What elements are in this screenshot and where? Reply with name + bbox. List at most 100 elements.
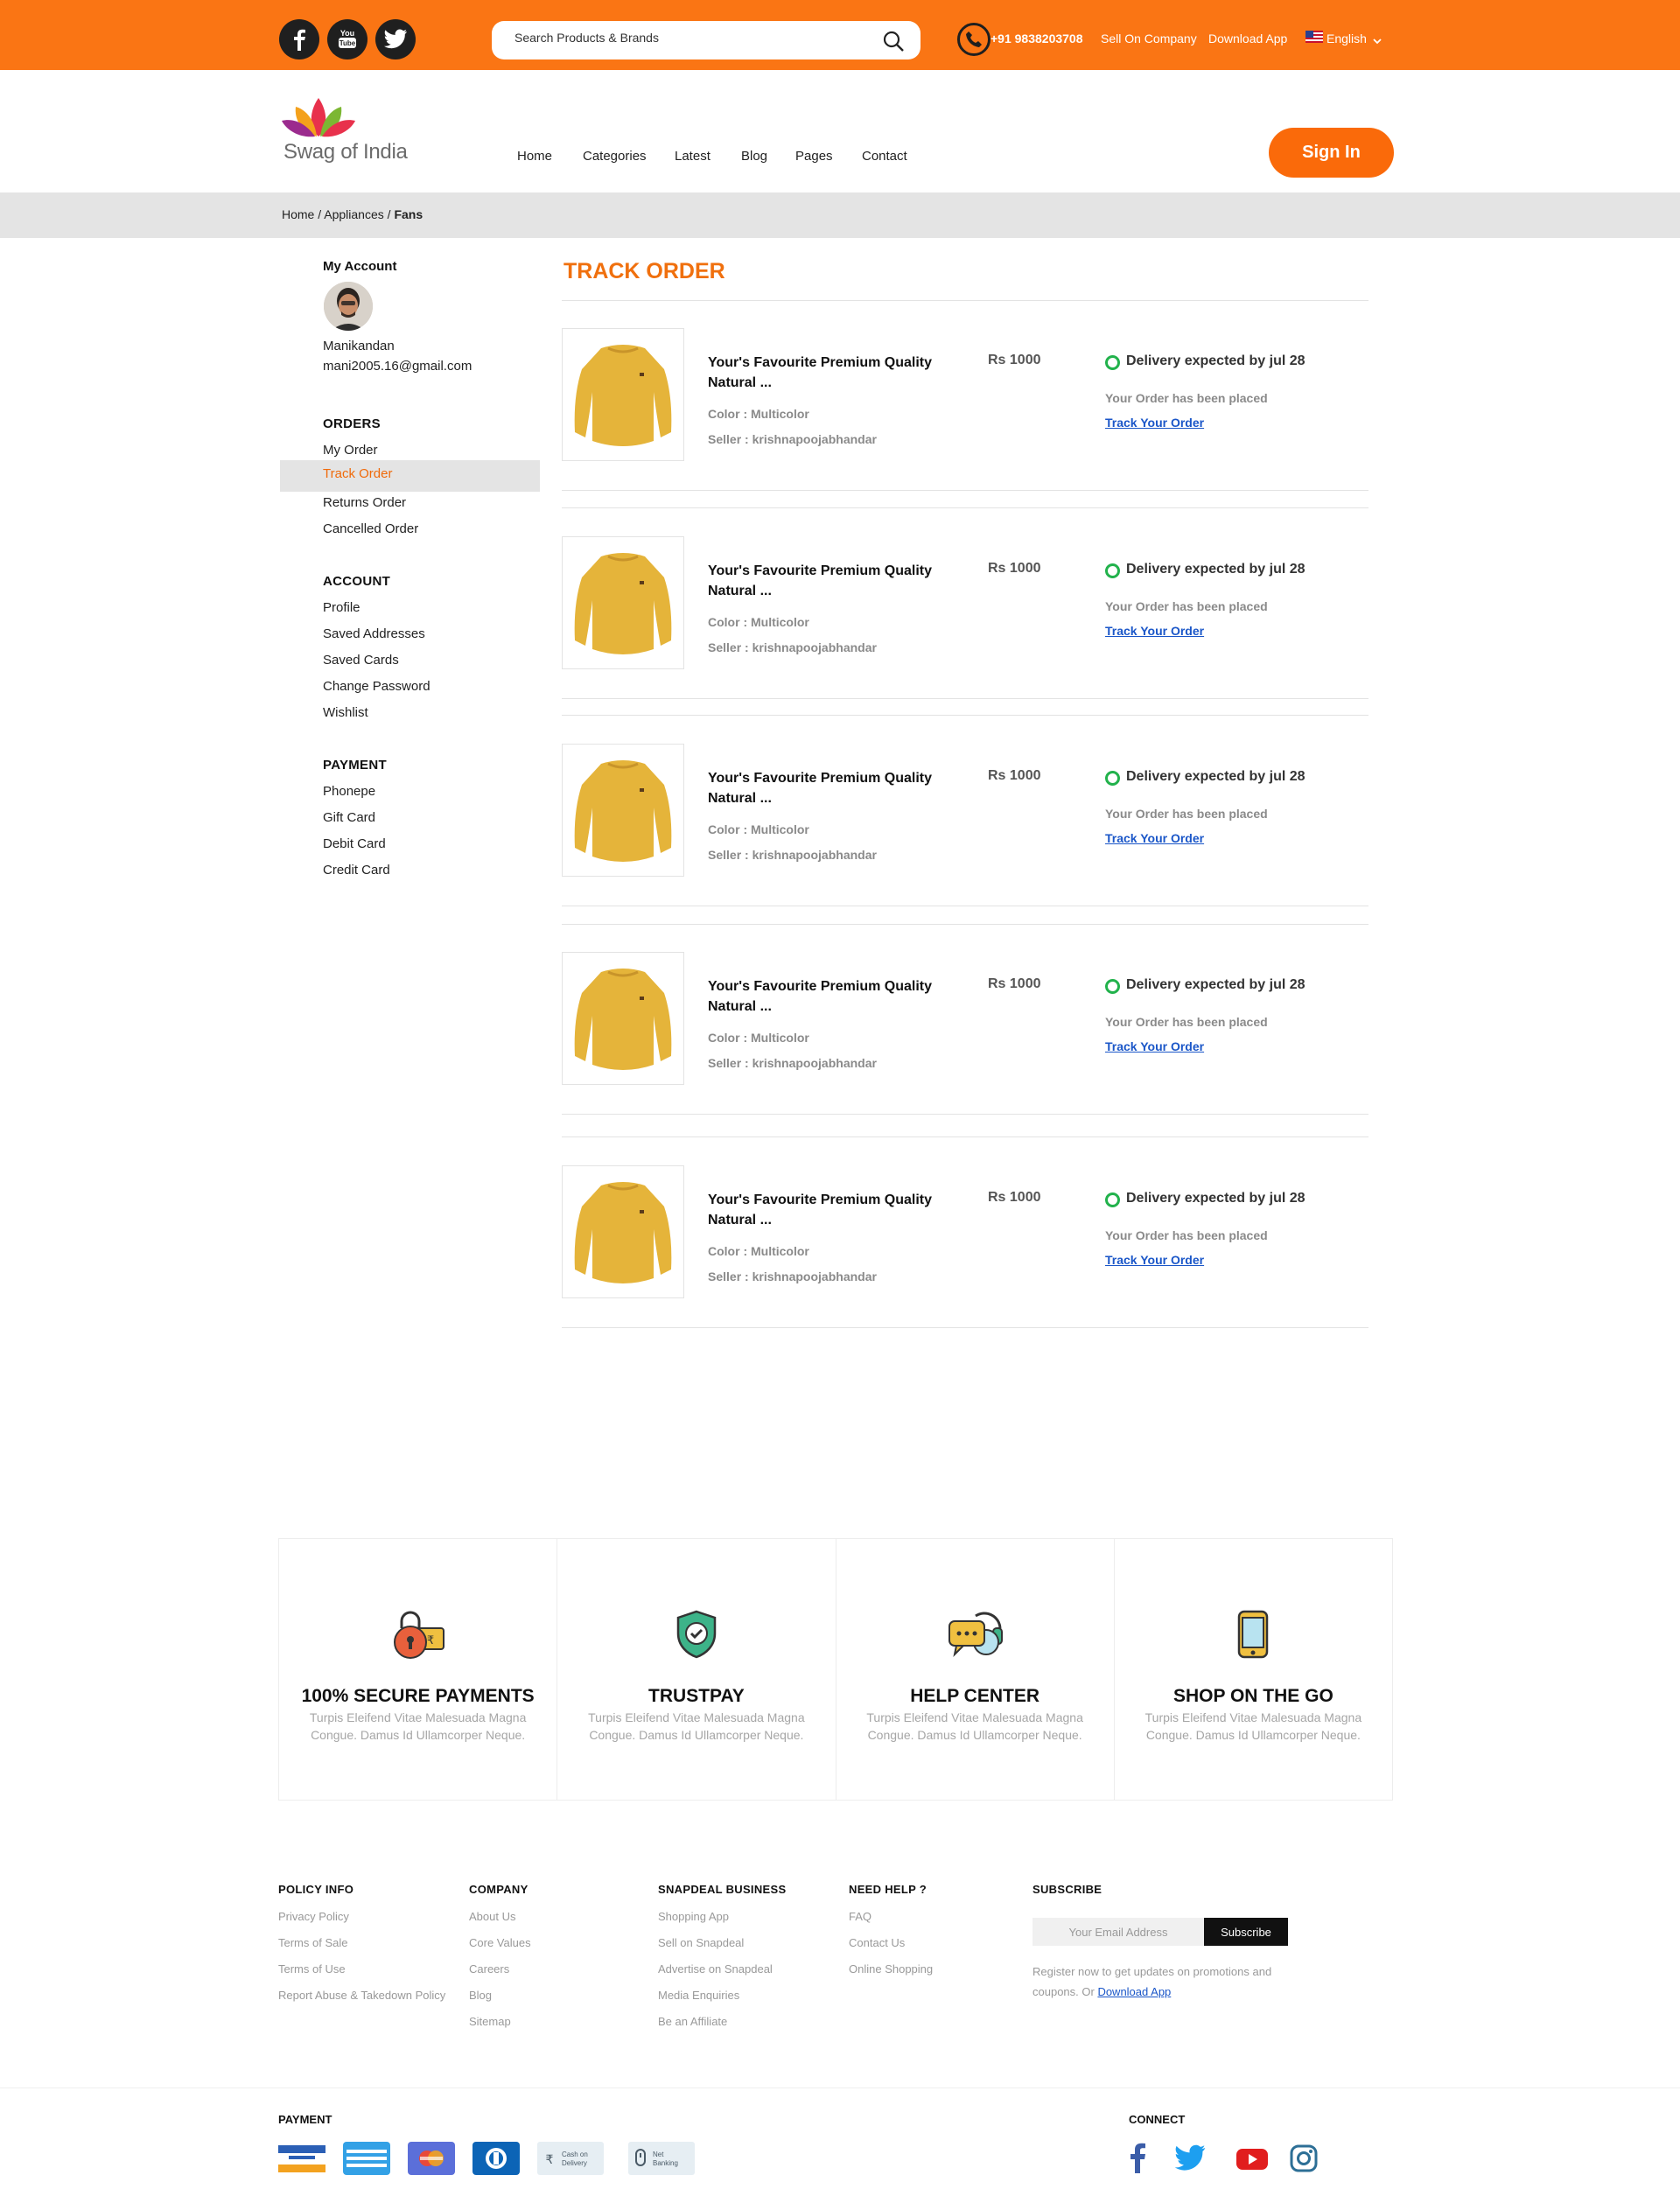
search-input[interactable] xyxy=(514,31,864,45)
sell-link[interactable]: Sell On Company xyxy=(1101,31,1197,45)
svg-text:You: You xyxy=(340,29,354,38)
facebook-icon[interactable] xyxy=(279,19,319,59)
footer-link[interactable]: Advertise on Snapdeal xyxy=(658,1962,773,1976)
feature-title: SHOP ON THE GO xyxy=(1172,1686,1334,1706)
track-order-link[interactable]: Track Your Order xyxy=(1105,1039,1204,1053)
email-field[interactable] xyxy=(1032,1918,1204,1946)
order-item: Your's Favourite Premium Quality Natural… xyxy=(562,1165,1368,1332)
logo-text[interactable]: Swag of India xyxy=(284,140,408,164)
footer-link[interactable]: About Us xyxy=(469,1910,515,1923)
footer-link[interactable]: Sitemap xyxy=(469,2015,511,2028)
language-select[interactable]: English xyxy=(1326,31,1367,45)
product-image[interactable] xyxy=(562,536,684,669)
footer-link[interactable]: FAQ xyxy=(849,1910,872,1923)
product-image[interactable] xyxy=(562,328,684,461)
sidebar-item-credit-card[interactable]: Credit Card xyxy=(280,857,540,888)
chevron-down-icon[interactable] xyxy=(1373,33,1382,47)
sidebar-item-wishlist[interactable]: Wishlist xyxy=(280,699,540,731)
features-strip: ₹ 100% SECURE PAYMENTS Turpis Eleifend V… xyxy=(278,1538,1393,1801)
order-title[interactable]: Your's Favourite Premium Quality Natural… xyxy=(708,1190,962,1230)
nav-categories[interactable]: Categories xyxy=(583,149,647,164)
instagram-icon[interactable] xyxy=(1290,2142,1318,2179)
footer-link[interactable]: Media Enquiries xyxy=(658,1989,739,2002)
order-seller: Seller : krishnapoojabhandar xyxy=(708,1269,877,1283)
search-box xyxy=(492,21,920,59)
footer-link[interactable]: Privacy Policy xyxy=(278,1910,349,1923)
nav-latest[interactable]: Latest xyxy=(675,149,710,164)
order-price: Rs 1000 xyxy=(988,353,1041,367)
order-color: Color : Multicolor xyxy=(708,1244,809,1258)
footer-link[interactable]: Contact Us xyxy=(849,1936,905,1949)
nav-pages[interactable]: Pages xyxy=(795,149,833,164)
download-app-link[interactable]: Download App xyxy=(1208,31,1287,45)
page-title: TRACK ORDER xyxy=(564,259,725,283)
order-color: Color : Multicolor xyxy=(708,407,809,421)
breadcrumb-current: Fans xyxy=(394,207,424,221)
footer-business-title: SNAPDEAL BUSINESS xyxy=(658,1883,787,1896)
breadcrumb-bar: Home / Appliances / Fans xyxy=(0,192,1680,238)
footer-link[interactable]: Sell on Snapdeal xyxy=(658,1936,744,1949)
phone-number[interactable]: +91 9838203708 xyxy=(990,31,1083,45)
search-icon[interactable] xyxy=(882,30,905,57)
track-order-link[interactable]: Track Your Order xyxy=(1105,624,1204,638)
footer-link[interactable]: Terms of Use xyxy=(278,1962,346,1976)
youtube-icon[interactable] xyxy=(1235,2142,1270,2179)
diners-card-icon xyxy=(472,2142,520,2175)
status-circle-icon xyxy=(1105,1192,1120,1207)
nav-contact[interactable]: Contact xyxy=(862,149,907,164)
twitter-icon[interactable] xyxy=(375,19,416,59)
delivery-date: Delivery expected by jul 28 xyxy=(1126,769,1306,784)
track-order-link[interactable]: Track Your Order xyxy=(1105,1253,1204,1267)
facebook-icon[interactable] xyxy=(1129,2142,1146,2179)
divider xyxy=(562,300,1368,301)
delivery-date: Delivery expected by jul 28 xyxy=(1126,1191,1306,1206)
nav-blog[interactable]: Blog xyxy=(741,149,767,164)
footer-link[interactable]: Terms of Sale xyxy=(278,1936,347,1949)
breadcrumb-home[interactable]: Home xyxy=(282,207,314,221)
product-image[interactable] xyxy=(562,744,684,877)
user-name: Manikandan xyxy=(323,339,395,353)
breadcrumb-appliances[interactable]: Appliances xyxy=(324,207,384,221)
order-title[interactable]: Your's Favourite Premium Quality Natural… xyxy=(708,976,962,1017)
footer-link[interactable]: Online Shopping xyxy=(849,1962,933,1976)
footer-link[interactable]: Careers xyxy=(469,1962,509,1976)
order-title[interactable]: Your's Favourite Premium Quality Natural… xyxy=(708,561,962,601)
footer-subscribe-title: SUBSCRIBE xyxy=(1032,1883,1102,1896)
order-status: Your Order has been placed xyxy=(1105,1015,1268,1029)
secure-lock-icon: ₹ xyxy=(389,1609,447,1666)
nav-home[interactable]: Home xyxy=(517,149,552,164)
footer-link[interactable]: Be an Affiliate xyxy=(658,2015,727,2028)
divider xyxy=(562,924,1368,925)
subscribe-button[interactable]: Subscribe xyxy=(1204,1918,1288,1946)
lotus-logo-icon[interactable] xyxy=(282,94,355,144)
divider xyxy=(562,1114,1368,1115)
track-order-link[interactable]: Track Your Order xyxy=(1105,416,1204,430)
feature-text: Turpis Eleifend Vitae Malesuada Magna Co… xyxy=(588,1710,805,1742)
footer-link[interactable]: Blog xyxy=(469,1989,492,2002)
product-image[interactable] xyxy=(562,1165,684,1298)
avatar[interactable] xyxy=(324,282,373,331)
order-color: Color : Multicolor xyxy=(708,615,809,629)
order-price: Rs 1000 xyxy=(988,768,1041,783)
track-order-link[interactable]: Track Your Order xyxy=(1105,831,1204,845)
order-title[interactable]: Your's Favourite Premium Quality Natural… xyxy=(708,353,962,393)
order-title[interactable]: Your's Favourite Premium Quality Natural… xyxy=(708,768,962,808)
sidebar-title: My Account xyxy=(323,259,397,274)
feature-shop-on-the-go: SHOP ON THE GO Turpis Eleifend Vitae Mal… xyxy=(1115,1539,1392,1800)
feature-text: Turpis Eleifend Vitae Malesuada Magna Co… xyxy=(1144,1710,1362,1742)
footer-link[interactable]: Core Values xyxy=(469,1936,531,1949)
feature-trustpay: TRUSTPAY Turpis Eleifend Vitae Malesuada… xyxy=(557,1539,836,1800)
youtube-icon[interactable]: You Tube xyxy=(327,19,368,59)
cash-on-delivery-text: Delivery xyxy=(562,2159,587,2167)
order-status: Your Order has been placed xyxy=(1105,391,1268,405)
sidebar-item-track-order[interactable]: Track Order xyxy=(280,460,540,492)
footer-link[interactable]: Shopping App xyxy=(658,1910,729,1923)
footer-link[interactable]: Report Abuse & Takedown Policy xyxy=(278,1989,445,2002)
download-app-footer-link[interactable]: Download App xyxy=(1097,1985,1171,1998)
order-item: Your's Favourite Premium Quality Natural… xyxy=(562,536,1368,703)
order-item: Your's Favourite Premium Quality Natural… xyxy=(562,328,1368,494)
twitter-icon[interactable] xyxy=(1173,2142,1207,2177)
sidebar-item-cancelled-order[interactable]: Cancelled Order xyxy=(280,515,540,547)
product-image[interactable] xyxy=(562,952,684,1085)
sign-in-button[interactable]: Sign In xyxy=(1269,128,1394,178)
